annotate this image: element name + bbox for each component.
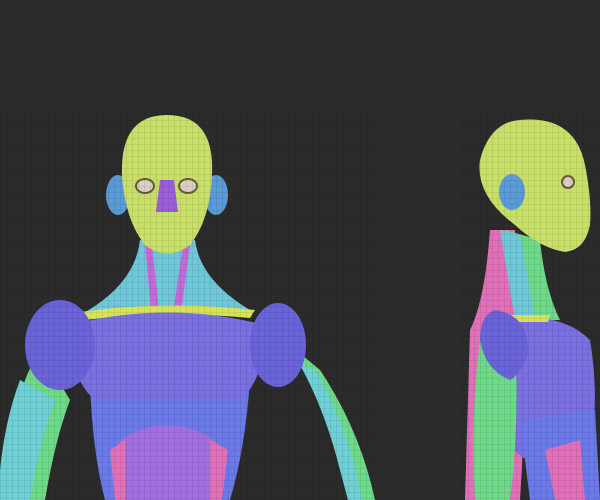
side-ear	[499, 174, 525, 210]
front-chest	[70, 312, 265, 400]
front-lower-body	[115, 425, 220, 500]
side-eye	[561, 175, 575, 189]
front-right-eye	[178, 178, 198, 194]
front-left-eye	[135, 178, 155, 194]
front-left-shoulder	[25, 300, 95, 390]
render-viewport	[0, 0, 600, 500]
sculpt-render	[0, 0, 600, 500]
front-right-shoulder	[250, 303, 306, 387]
